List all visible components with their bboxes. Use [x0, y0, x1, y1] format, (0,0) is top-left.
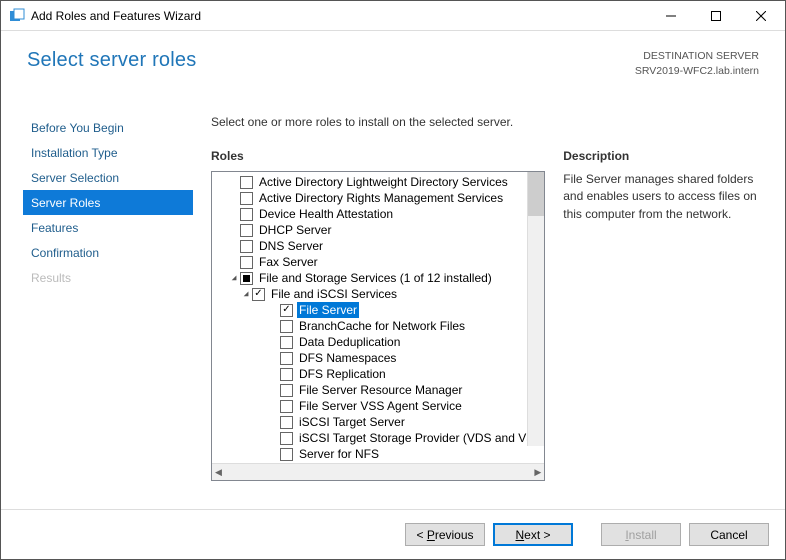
tree-node-label[interactable]: File Server Resource Manager [297, 382, 464, 398]
wizard-step-server-roles[interactable]: Server Roles [23, 190, 193, 215]
tree-node-label[interactable]: Device Health Attestation [257, 206, 395, 222]
wizard-step-server-selection[interactable]: Server Selection [23, 165, 193, 190]
tree-node-label[interactable]: iSCSI Target Server [297, 414, 407, 430]
tree-node-label[interactable]: File and iSCSI Services [269, 286, 399, 302]
maximize-button[interactable] [693, 1, 738, 30]
tree-node[interactable]: File Server [216, 302, 544, 318]
previous-button[interactable]: < Previous [405, 523, 485, 546]
footer: < Previous Next > Install Cancel [1, 509, 785, 559]
next-button[interactable]: Next > [493, 523, 573, 546]
tree-node[interactable]: Server for NFS [216, 446, 544, 462]
close-button[interactable] [738, 1, 783, 30]
checkbox[interactable] [240, 224, 253, 237]
tree-node-label[interactable]: DHCP Server [257, 222, 333, 238]
content: Select one or more roles to install on t… [193, 109, 785, 509]
tree-node-label[interactable]: Server for NFS [297, 446, 381, 462]
collapse-icon[interactable]: ◢ [228, 270, 240, 286]
tree-node-label[interactable]: Active Directory Lightweight Directory S… [257, 174, 510, 190]
tree-node[interactable]: ◢ File and Storage Services (1 of 12 inst… [216, 270, 544, 286]
roles-heading: Roles [211, 149, 545, 163]
tree-node[interactable]: ◢ File and iSCSI Services [216, 286, 544, 302]
tree-node[interactable]: File Server VSS Agent Service [216, 398, 544, 414]
checkbox[interactable] [280, 400, 293, 413]
collapse-icon[interactable]: ◢ [240, 286, 252, 302]
checkbox[interactable] [280, 448, 293, 461]
page-title: Select server roles [27, 49, 196, 72]
wizard-step-results: Results [23, 265, 193, 290]
tree-node[interactable]: iSCSI Target Server [216, 414, 544, 430]
scroll-right-icon[interactable]: ▶ [534, 467, 541, 478]
checkbox[interactable] [280, 416, 293, 429]
tree-node[interactable]: Active Directory Rights Management Servi… [216, 190, 544, 206]
description-heading: Description [563, 149, 761, 163]
tree-node[interactable]: Data Deduplication [216, 334, 544, 350]
checkbox[interactable] [280, 304, 293, 317]
tree-node[interactable]: DFS Namespaces [216, 350, 544, 366]
checkbox[interactable] [240, 176, 253, 189]
tree-node[interactable]: Active Directory Lightweight Directory S… [216, 174, 544, 190]
scroll-left-icon[interactable]: ◀ [215, 467, 222, 478]
wizard-step-features[interactable]: Features [23, 215, 193, 240]
checkbox[interactable] [252, 288, 265, 301]
tree-node-label[interactable]: Fax Server [257, 254, 320, 270]
roles-treeview[interactable]: Active Directory Lightweight Directory S… [211, 171, 545, 481]
checkbox[interactable] [280, 352, 293, 365]
dest-label: DESTINATION SERVER [635, 49, 759, 64]
vertical-scrollbar[interactable] [527, 172, 544, 446]
tree-node-label[interactable]: DFS Namespaces [297, 350, 398, 366]
checkbox[interactable] [280, 336, 293, 349]
tree-node[interactable]: BranchCache for Network Files [216, 318, 544, 334]
tree-node[interactable]: Work Folders [216, 462, 544, 463]
header: Select server roles DESTINATION SERVER S… [1, 31, 785, 109]
wizard-steps: Before You BeginInstallation TypeServer … [1, 109, 193, 509]
tree-node-label[interactable]: File Server [297, 302, 359, 318]
tree-node[interactable]: iSCSI Target Storage Provider (VDS and V… [216, 430, 544, 446]
tree-node-label[interactable]: Work Folders [297, 462, 372, 463]
tree-node-label[interactable]: DNS Server [257, 238, 325, 254]
tree-node-label[interactable]: DFS Replication [297, 366, 388, 382]
tree-node-label[interactable]: BranchCache for Network Files [297, 318, 467, 334]
checkbox[interactable] [280, 432, 293, 445]
description-text: File Server manages shared folders and e… [563, 171, 761, 223]
wizard-step-before-you-begin[interactable]: Before You Begin [23, 115, 193, 140]
tree-node[interactable]: DNS Server [216, 238, 544, 254]
checkbox[interactable] [240, 272, 253, 285]
title-bar: Add Roles and Features Wizard [1, 1, 785, 31]
tree-node[interactable]: Device Health Attestation [216, 206, 544, 222]
checkbox[interactable] [240, 192, 253, 205]
checkbox[interactable] [240, 208, 253, 221]
wizard-step-installation-type[interactable]: Installation Type [23, 140, 193, 165]
dest-server: SRV2019-WFC2.lab.intern [635, 64, 759, 79]
checkbox[interactable] [280, 384, 293, 397]
minimize-button[interactable] [648, 1, 693, 30]
tree-node[interactable]: File Server Resource Manager [216, 382, 544, 398]
app-icon [9, 8, 25, 24]
tree-node-label[interactable]: iSCSI Target Storage Provider (VDS and V… [297, 430, 544, 446]
tree-node-label[interactable]: File and Storage Services (1 of 12 insta… [257, 270, 494, 286]
checkbox[interactable] [240, 256, 253, 269]
tree-node-label[interactable]: File Server VSS Agent Service [297, 398, 464, 414]
cancel-button[interactable]: Cancel [689, 523, 769, 546]
tree-node-label[interactable]: Active Directory Rights Management Servi… [257, 190, 505, 206]
wizard-step-confirmation[interactable]: Confirmation [23, 240, 193, 265]
tree-node[interactable]: Fax Server [216, 254, 544, 270]
instruction-text: Select one or more roles to install on t… [211, 115, 761, 129]
window-title: Add Roles and Features Wizard [31, 9, 648, 23]
horizontal-scrollbar[interactable]: ◀ ▶ [212, 463, 544, 480]
destination-info: DESTINATION SERVER SRV2019-WFC2.lab.inte… [635, 49, 759, 78]
tree-node-label[interactable]: Data Deduplication [297, 334, 402, 350]
checkbox[interactable] [280, 368, 293, 381]
tree-node[interactable]: DHCP Server [216, 222, 544, 238]
checkbox[interactable] [240, 240, 253, 253]
checkbox[interactable] [280, 320, 293, 333]
main: Before You BeginInstallation TypeServer … [1, 109, 785, 509]
install-button: Install [601, 523, 681, 546]
tree-node[interactable]: DFS Replication [216, 366, 544, 382]
